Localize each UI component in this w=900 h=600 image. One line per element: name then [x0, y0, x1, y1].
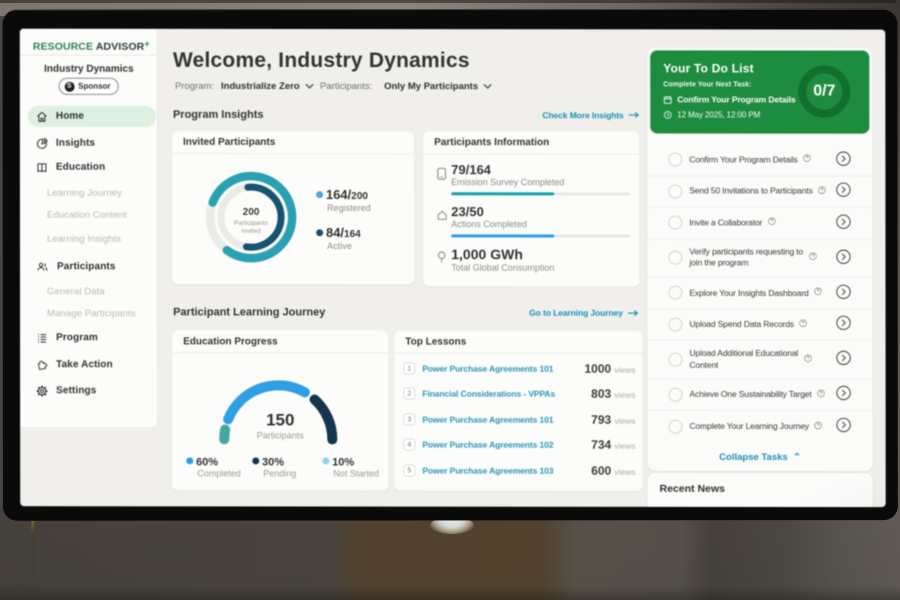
svg-text:200: 200	[243, 207, 260, 218]
svg-text:Participants: Participants	[234, 220, 269, 227]
svg-text:Invited: Invited	[242, 228, 262, 235]
